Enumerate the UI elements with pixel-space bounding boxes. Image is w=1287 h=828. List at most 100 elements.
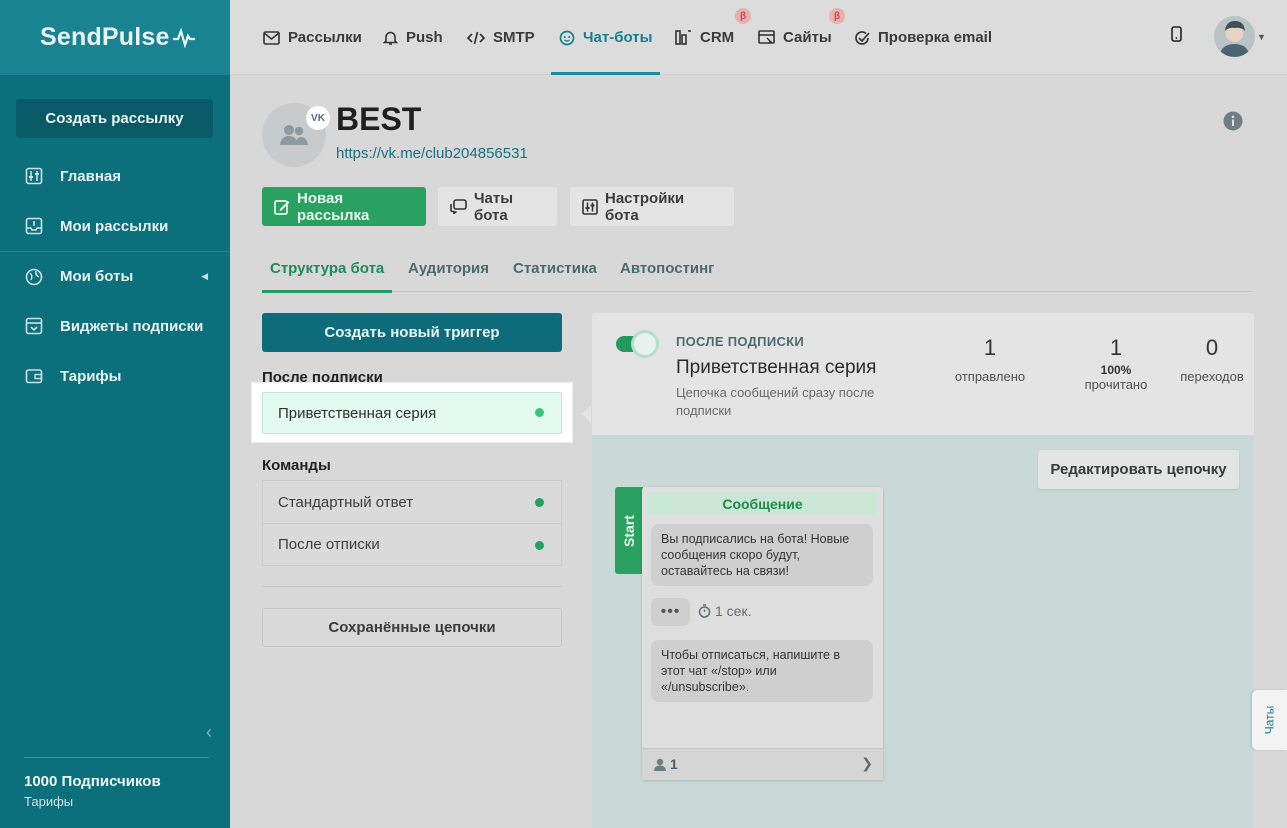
- stat-label: переходов: [1180, 369, 1244, 384]
- user-avatar[interactable]: [1214, 16, 1255, 57]
- collapse-sidebar-icon[interactable]: ‹: [206, 722, 212, 743]
- button-label: Настройки бота: [605, 189, 685, 224]
- pulse-icon: [172, 27, 195, 48]
- nav-campaigns[interactable]: Рассылки: [263, 0, 362, 75]
- tab-autoposting[interactable]: Автопостинг: [620, 245, 714, 292]
- tab-statistics[interactable]: Статистика: [513, 245, 597, 292]
- stat-value: 0: [1205, 335, 1219, 360]
- user-icon: [654, 758, 666, 771]
- chats-side-tab-label: Чаты: [1262, 705, 1277, 735]
- sidebar: SendPulse Создать рассылку Главная Мои р…: [0, 0, 230, 828]
- bot-tabs: Структура бота Аудитория Статистика Авто…: [261, 245, 1253, 293]
- chain-caption: ПОСЛЕ ПОДПИСКИ: [676, 334, 805, 349]
- saved-chains-button[interactable]: Сохранённые цепочки: [262, 608, 562, 647]
- selection-pointer: [582, 405, 591, 423]
- button-label: Новая рассылка: [297, 189, 370, 224]
- divider: [262, 586, 562, 587]
- check-icon: [854, 30, 870, 46]
- selected-trigger-frame: Приветственная серия: [252, 383, 572, 442]
- sidebar-nav: Главная Мои рассылки Мои боты ◀ Виджеты …: [0, 151, 230, 401]
- top-navigation: Рассылки Push SMTP Чат-боты CRM β Сайты …: [230, 0, 1287, 75]
- bot-chats-button[interactable]: Чаты бота: [438, 187, 557, 226]
- stat-value: 1: [983, 335, 997, 360]
- edit-icon: [274, 199, 290, 215]
- message-card-footer: 1 ❯: [642, 748, 883, 780]
- nav-push[interactable]: Push: [383, 0, 443, 75]
- trigger-item-welcome-series[interactable]: Приветственная серия: [262, 392, 562, 434]
- tab-audience[interactable]: Аудитория: [408, 245, 489, 292]
- tab-bot-structure[interactable]: Структура бота: [261, 245, 393, 293]
- sidebar-item-my-bots[interactable]: Мои боты ◀: [0, 251, 230, 301]
- trigger-item-after-unsubscribe[interactable]: После отписки: [263, 523, 561, 565]
- trigger-label: Приветственная серия: [278, 404, 437, 422]
- message-bubble: Вы подписались на бота! Новые сообщения …: [651, 524, 873, 586]
- typing-indicator: •••: [651, 598, 690, 626]
- chatbot-icon: [559, 30, 575, 46]
- recipients-count: 1: [654, 756, 678, 772]
- stat-clicks: 0 переходов: [1162, 335, 1254, 384]
- button-label: Чаты бота: [474, 189, 514, 224]
- stat-read: 1 100% прочитано: [1066, 335, 1166, 392]
- commands-list: Стандартный ответ После отписки: [262, 480, 562, 566]
- bot-link[interactable]: https://vk.me/club204856531: [336, 145, 528, 162]
- nav-label: Push: [406, 29, 443, 46]
- nav-sites[interactable]: Сайты β: [758, 0, 845, 75]
- tariffs-link[interactable]: Тарифы: [24, 794, 209, 809]
- stopwatch-icon: [698, 604, 711, 618]
- inbox-icon: [24, 216, 44, 236]
- delay-indicator: 1 сек.: [698, 603, 751, 619]
- create-trigger-button[interactable]: Создать новый триггер: [262, 313, 562, 352]
- mobile-icon[interactable]: [1171, 26, 1182, 47]
- create-campaign-button[interactable]: Создать рассылку: [16, 99, 213, 138]
- subscribers-count: 1000 Подписчиков: [24, 773, 161, 790]
- info-icon[interactable]: [1223, 111, 1243, 136]
- new-campaign-button[interactable]: Новая рассылка: [262, 187, 426, 226]
- sidebar-footer: 1000 Подписчиков Тарифы: [24, 757, 209, 809]
- nav-email-verify[interactable]: Проверка email: [854, 0, 992, 75]
- chain-toggle[interactable]: [616, 333, 656, 355]
- vk-icon: VK: [306, 106, 330, 130]
- message-card[interactable]: Сообщение Вы подписались на бота! Новые …: [642, 487, 883, 780]
- group-icon: [280, 125, 308, 145]
- sidebar-item-widgets[interactable]: Виджеты подписки: [0, 301, 230, 351]
- stat-label: отправлено: [954, 369, 1026, 384]
- start-label: Start: [621, 514, 637, 547]
- active-status-dot: [535, 541, 544, 550]
- globe-icon: [24, 267, 44, 287]
- trigger-item-standard-reply[interactable]: Стандартный ответ: [263, 481, 561, 523]
- stat-label: прочитано: [1084, 377, 1148, 392]
- beta-badge: β: [735, 8, 751, 24]
- logo-text: SendPulse: [40, 23, 170, 51]
- sidebar-item-tariffs[interactable]: Тарифы: [0, 351, 230, 401]
- nav-chatbots[interactable]: Чат-боты: [551, 0, 661, 75]
- crm-icon: [675, 30, 692, 45]
- commands-label: Команды: [262, 457, 331, 474]
- edit-chain-button[interactable]: Редактировать цепочку: [1038, 450, 1239, 489]
- main-content: VK BEST https://vk.me/club204856531 Нова…: [230, 75, 1287, 828]
- sidebar-item-my-campaigns[interactable]: Мои рассылки: [0, 201, 230, 251]
- stat-value: 1: [1109, 335, 1123, 360]
- nav-label: CRM: [700, 29, 735, 46]
- logo[interactable]: SendPulse: [0, 0, 230, 75]
- nav-label: Проверка email: [878, 29, 993, 46]
- chain-panel: ПОСЛЕ ПОДПИСКИ Приветственная серия Цепо…: [592, 313, 1254, 828]
- chevron-down-icon[interactable]: ▼: [1257, 32, 1266, 42]
- nav-smtp[interactable]: SMTP: [467, 0, 535, 75]
- nav-label: Чат-боты: [583, 29, 653, 46]
- bot-settings-button[interactable]: Настройки бота: [570, 187, 734, 226]
- start-marker: Start: [615, 487, 643, 574]
- active-status-dot: [535, 408, 544, 417]
- active-status-dot: [535, 498, 544, 507]
- trigger-label: Стандартный ответ: [278, 493, 414, 511]
- bell-icon: [383, 30, 398, 46]
- chat-icon: [450, 199, 467, 214]
- code-icon: [467, 31, 485, 45]
- sidebar-item-home[interactable]: Главная: [0, 151, 230, 201]
- message-card-header: Сообщение: [648, 492, 877, 515]
- chain-header: ПОСЛЕ ПОДПИСКИ Приветственная серия Цепо…: [592, 313, 1254, 435]
- widget-icon: [24, 316, 44, 336]
- chevron-right-icon[interactable]: ❯: [861, 755, 873, 772]
- chats-side-tab[interactable]: Чаты: [1252, 690, 1287, 750]
- nav-crm[interactable]: CRM β: [675, 0, 751, 75]
- beta-badge: β: [829, 8, 845, 24]
